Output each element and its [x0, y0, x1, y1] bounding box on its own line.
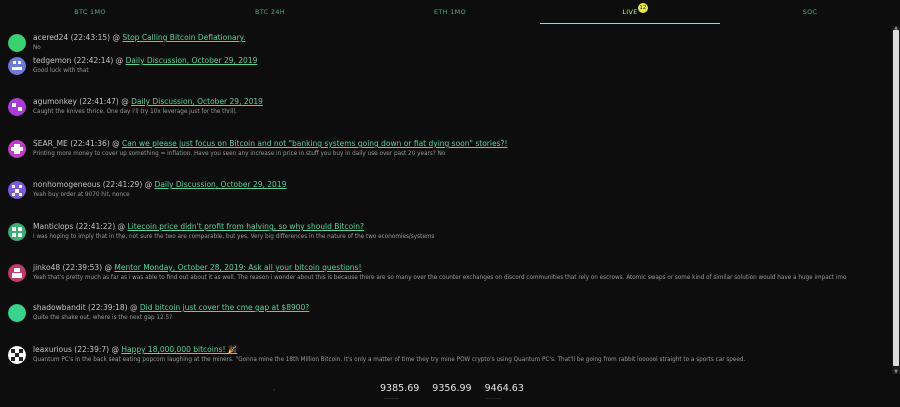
scroll-down-arrow-icon[interactable]: ▼: [892, 370, 900, 375]
ticker-change-down: ———: [486, 396, 501, 402]
user-avatar: [8, 223, 26, 241]
timestamp: (22:39:53): [62, 263, 103, 272]
scroll-thumb[interactable]: [893, 30, 899, 366]
feed-post: acered24 (22:43:15) @ Stop Calling Bitco…: [6, 32, 886, 56]
tab-soc[interactable]: SOC: [720, 0, 900, 24]
user-avatar: [8, 98, 26, 116]
price-value: 9356.99: [432, 383, 472, 394]
tab-label: SOC: [802, 8, 818, 16]
tab-label: BTC 1MO: [74, 8, 106, 16]
timestamp: (22:43:15): [70, 33, 111, 42]
post-header: Manticlops (22:41:22) @ Litecoin price d…: [33, 222, 364, 231]
thread-link[interactable]: Daily Discussion, October 29, 2019: [126, 56, 258, 65]
username: tedgemon: [33, 56, 72, 65]
username: Manticlops: [33, 222, 74, 231]
at-sign: @: [115, 56, 124, 65]
thread-link[interactable]: Happy 18,000,000 bitcoins! 🎉: [121, 345, 237, 354]
user-avatar: [8, 34, 26, 52]
feed-post: leaxurious (22:39:7) @ Happy 18,000,000 …: [6, 344, 886, 368]
post-body: Good luck with that: [33, 68, 89, 74]
price-ticker: 9385.69 9356.99 9464.63: [380, 383, 524, 394]
post-header: nonhomogeneous (22:41:29) @ Daily Discus…: [33, 180, 286, 189]
post-header: shadowbandit (22:39:18) @ Did bitcoin ju…: [33, 303, 309, 312]
price-value: 9464.63: [484, 383, 524, 394]
at-sign: @: [129, 303, 138, 312]
timestamp: (22:39:7): [74, 345, 110, 354]
at-sign: @: [117, 222, 126, 231]
feed-post: SEAR_ME (22:41:36) @ Can we please just …: [6, 138, 886, 162]
tab-label: BTC 24H: [255, 8, 285, 16]
post-body: I was hoping to imply that in the, not s…: [33, 234, 435, 240]
user-avatar: [8, 264, 26, 282]
user-avatar: [8, 304, 26, 322]
post-header: SEAR_ME (22:41:36) @ Can we please just …: [33, 139, 507, 148]
username: shadowbandit: [33, 303, 86, 312]
at-sign: @: [112, 33, 121, 42]
live-count-badge: 12: [638, 3, 648, 13]
tab-live[interactable]: 12 LIVE: [540, 0, 720, 24]
user-avatar: [8, 140, 26, 158]
feed-post: Manticlops (22:41:22) @ Litecoin price d…: [6, 221, 886, 245]
timestamp: (22:41:29): [102, 180, 143, 189]
tab-label: LIVE: [622, 8, 638, 16]
post-header: leaxurious (22:39:7) @ Happy 18,000,000 …: [33, 345, 237, 354]
post-body: Quite the shake out, where is the next g…: [33, 315, 173, 321]
ticker-change-up: ———: [384, 396, 399, 402]
username: nonhomogeneous: [33, 180, 101, 189]
user-avatar: [8, 181, 26, 199]
post-body: Yeah that's pretty much as far as i was …: [33, 275, 847, 281]
timestamp: (22:41:36): [70, 139, 110, 148]
feed-post: nonhomogeneous (22:41:29) @ Daily Discus…: [6, 179, 886, 203]
timestamp: (22:42:14): [73, 56, 114, 65]
username: leaxurious: [33, 345, 72, 354]
at-sign: @: [144, 180, 153, 189]
post-header: agumonkey (22:41:47) @ Daily Discussion,…: [33, 97, 263, 106]
tab-eth-1mo[interactable]: ETH 1MO: [360, 0, 540, 24]
post-body: Quantum PC's in the back seat eating pop…: [33, 357, 746, 363]
feed-scrollbar[interactable]: ▲ ▼: [892, 26, 900, 375]
username: jinko48: [33, 263, 61, 272]
timestamp: (22:41:47): [79, 97, 119, 106]
at-sign: @: [112, 139, 120, 148]
post-body: Printing more money to cover up somethin…: [33, 151, 446, 157]
thread-link[interactable]: Daily Discussion, October 29, 2019: [131, 97, 263, 106]
price-value: 9385.69: [380, 383, 420, 394]
feed-post: shadowbandit (22:39:18) @ Did bitcoin ju…: [6, 302, 886, 326]
live-feed: acered24 (22:43:15) @ Stop Calling Bitco…: [0, 26, 892, 372]
post-header: tedgemon (22:42:14) @ Daily Discussion, …: [33, 56, 257, 65]
tab-btc-1mo[interactable]: BTC 1MO: [0, 0, 180, 24]
post-body: No: [33, 45, 41, 51]
thread-link[interactable]: Litecoin price didn't profit from halvin…: [128, 222, 364, 231]
post-body: Caught the knives thrice. One day i'll t…: [33, 109, 237, 115]
username: SEAR_ME: [33, 139, 68, 148]
at-sign: @: [111, 345, 119, 354]
post-body: Yeah buy order at 9070 hit, nonce: [33, 192, 130, 198]
at-sign: @: [104, 263, 112, 272]
user-avatar: [8, 57, 26, 75]
tab-label: ETH 1MO: [434, 8, 466, 16]
username: agumonkey: [33, 97, 77, 106]
user-avatar: [8, 346, 26, 364]
tab-btc-24h[interactable]: BTC 24H: [180, 0, 360, 24]
timestamp: (22:41:22): [75, 222, 116, 231]
thread-link[interactable]: Can we please just focus on Bitcoin and …: [122, 139, 507, 148]
thread-link[interactable]: Did bitcoin just cover the cme gap at $8…: [140, 303, 309, 312]
feed-post: tedgemon (22:42:14) @ Daily Discussion, …: [6, 54, 886, 78]
timestamp: (22:39:18): [88, 303, 128, 312]
thread-link[interactable]: Mentor Monday, October 28, 2019: Ask all…: [114, 263, 361, 272]
post-header: jinko48 (22:39:53) @ Mentor Monday, Octo…: [33, 263, 361, 272]
username: acered24: [33, 33, 69, 42]
thread-link[interactable]: Stop Calling Bitcoin Deflationary.: [122, 33, 245, 42]
at-sign: @: [121, 97, 129, 106]
thread-link[interactable]: Daily Discussion, October 29, 2019: [155, 180, 287, 189]
feed-post: agumonkey (22:41:47) @ Daily Discussion,…: [6, 96, 886, 120]
ticker-mark: ,: [273, 385, 275, 392]
tab-bar: BTC 1MO BTC 24H ETH 1MO 12 LIVE SOC: [0, 0, 900, 24]
post-header: acered24 (22:43:15) @ Stop Calling Bitco…: [33, 33, 245, 42]
feed-post: jinko48 (22:39:53) @ Mentor Monday, Octo…: [6, 262, 886, 292]
